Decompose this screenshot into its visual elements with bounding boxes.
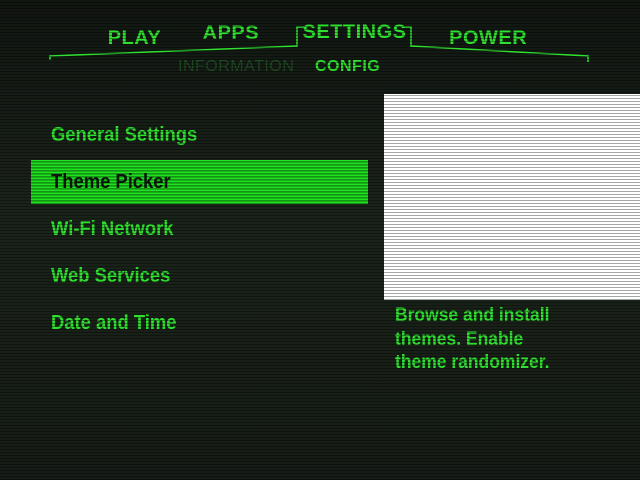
subtab-config[interactable]: CONFIG [315, 58, 380, 76]
menu-item-label: Theme Picker [51, 171, 171, 193]
tab-settings[interactable]: SETTINGS [303, 22, 407, 44]
menu-item-general-settings[interactable]: General Settings [31, 113, 368, 157]
menu-item-label: General Settings [51, 124, 198, 146]
tab-play[interactable]: PLAY [108, 28, 161, 50]
item-description: Browse and install themes. Enable theme … [395, 305, 550, 373]
top-navigation: PLAY APPS SETTINGS POWER INFORMATION CON… [0, 0, 640, 80]
menu-item-wifi-network[interactable]: Wi-Fi Network [31, 207, 368, 251]
menu-item-theme-picker[interactable]: Theme Picker [31, 160, 368, 204]
menu-item-date-and-time[interactable]: Date and Time [31, 301, 368, 345]
subtab-information[interactable]: INFORMATION [178, 58, 294, 76]
menu-item-label: Wi-Fi Network [51, 218, 174, 240]
menu-item-web-services[interactable]: Web Services [31, 254, 368, 298]
tab-apps[interactable]: APPS [203, 23, 259, 45]
tab-power[interactable]: POWER [449, 28, 527, 50]
theme-preview-image [384, 94, 640, 300]
menu-item-label: Date and Time [51, 312, 177, 334]
menu-item-label: Web Services [51, 265, 171, 287]
